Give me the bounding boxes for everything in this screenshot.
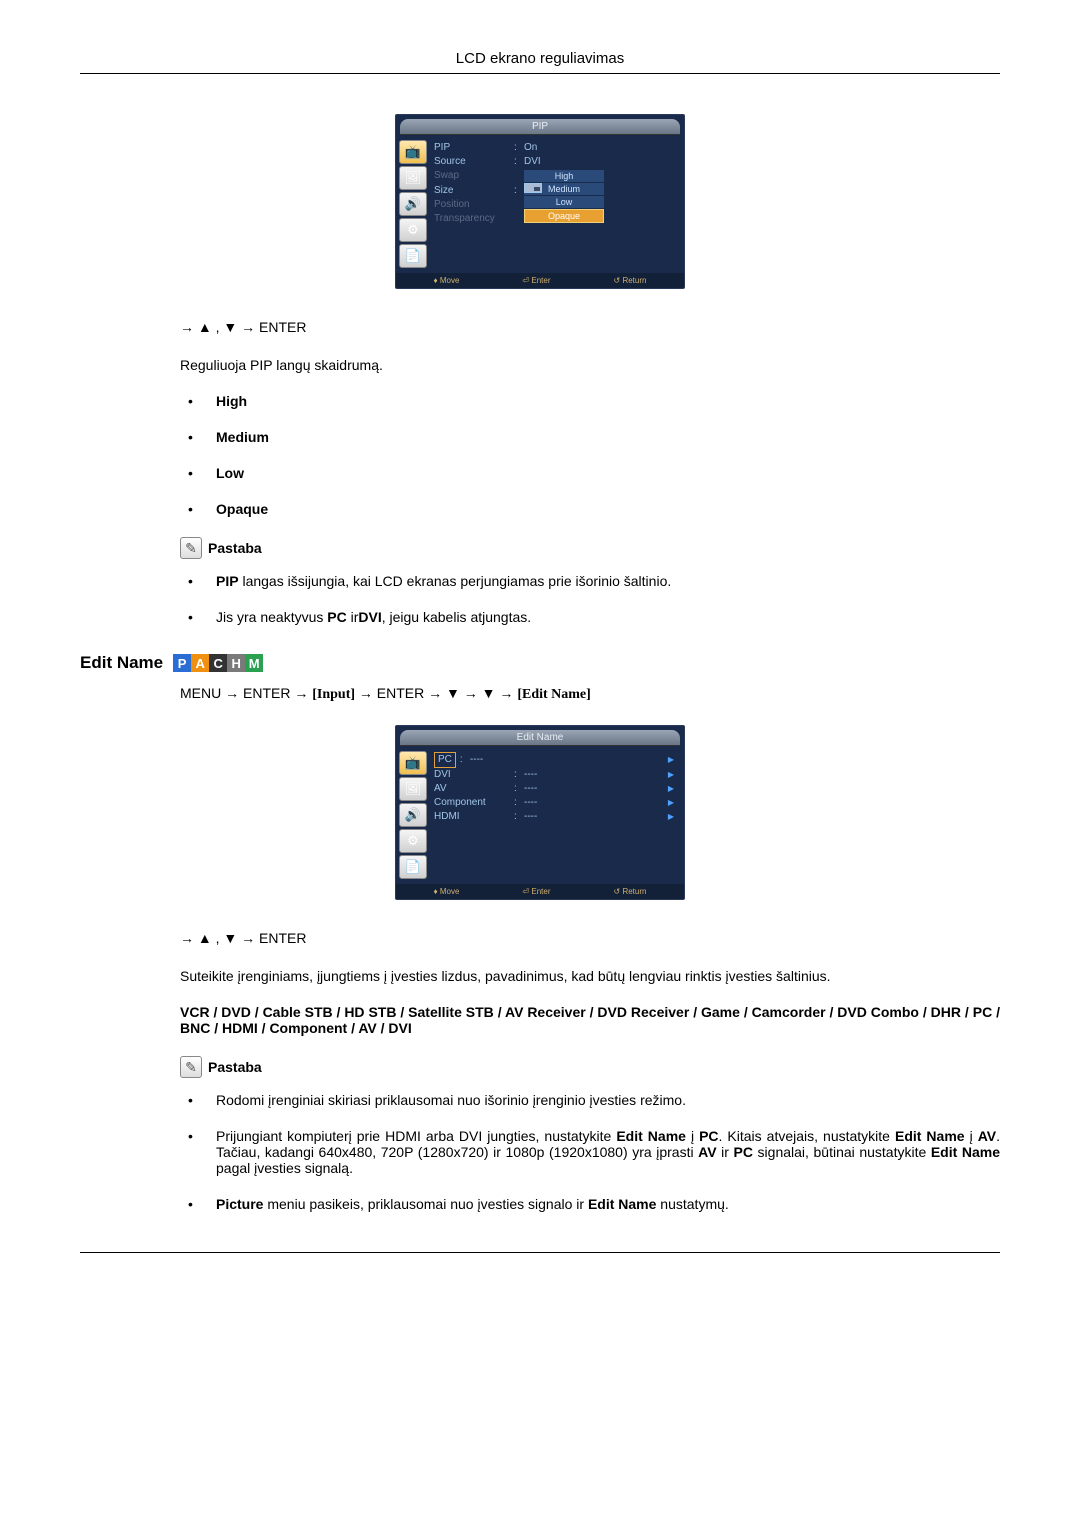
osd-row-component-value: ---- bbox=[524, 796, 668, 810]
note-label: Pastaba bbox=[208, 540, 262, 556]
osd-size-glyph bbox=[524, 183, 542, 193]
osd-footer-enter: ⏎ Enter bbox=[522, 887, 550, 896]
opt-opaque: Opaque bbox=[216, 501, 268, 517]
mode-M-icon: M bbox=[245, 654, 263, 672]
osd-row-source-label: Source bbox=[434, 155, 514, 169]
note-item: Rodomi įrenginiai skiriasi priklausomai … bbox=[210, 1092, 1000, 1108]
osd-icon-multi: 📄 bbox=[399, 244, 427, 268]
note-icon: ✎ bbox=[180, 537, 202, 559]
note-item: PIP langas išsijungia, kai LCD ekranas p… bbox=[210, 573, 1000, 589]
osd-icon-column: 📺 🖼 🔊 ⚙ 📄 bbox=[396, 135, 430, 273]
osd-row-pip-value: On bbox=[524, 141, 674, 155]
opt-high: High bbox=[216, 393, 247, 409]
osd-row-size-label: Size bbox=[434, 184, 514, 198]
osd-icon-picture: 🖼 bbox=[399, 777, 427, 801]
arrow-right-icon: ▶ bbox=[668, 796, 674, 810]
osd-footer-move: ♦ Move bbox=[434, 276, 460, 285]
note-item: Picture meniu pasikeis, priklausomai nuo… bbox=[210, 1196, 1000, 1212]
mode-P-icon: P bbox=[173, 654, 191, 672]
mode-A-icon: A bbox=[191, 654, 209, 672]
osd-icon-sound: 🔊 bbox=[399, 192, 427, 216]
note-label: Pastaba bbox=[208, 1059, 262, 1075]
osd-row-component-label: Component bbox=[434, 796, 514, 810]
mode-strip: P A C H M bbox=[173, 654, 263, 672]
osd-editname-title: Edit Name bbox=[400, 730, 680, 746]
osd-footer-return: ↺ Return bbox=[614, 276, 647, 285]
nav-line-editname: → ▲ , ▼ → ENTER bbox=[180, 930, 1000, 946]
osd-row-pc-value: ---- bbox=[470, 753, 668, 767]
osd-row-swap-label: Swap bbox=[434, 169, 514, 183]
osd-row-dvi-value: ---- bbox=[524, 768, 668, 782]
osd-row-pc-label: PC bbox=[434, 752, 456, 768]
opt-low: Low bbox=[216, 465, 244, 481]
osd-editname-figure: Edit Name 📺 🖼 🔊 ⚙ 📄 PC:----▶ DVI:----▶ A… bbox=[80, 725, 1000, 900]
nav-line-transparency: → ▲ , ▼ → ENTER bbox=[180, 319, 1000, 335]
osd-icon-picture: 🖼 bbox=[399, 166, 427, 190]
page-title: LCD ekrano reguliavimas bbox=[80, 50, 1000, 74]
mode-C-icon: C bbox=[209, 654, 227, 672]
osd-icon-input: 📺 bbox=[399, 751, 427, 775]
editname-desc: Suteikite įrenginiams, įjungtiems į įves… bbox=[180, 968, 1000, 984]
osd-icon-column: 📺 🖼 🔊 ⚙ 📄 bbox=[396, 746, 430, 884]
osd-row-transparency-label: Transparency bbox=[434, 212, 514, 226]
osd-row-hdmi-value: ---- bbox=[524, 810, 668, 824]
osd-icon-setup: ⚙ bbox=[399, 829, 427, 853]
osd-row-av-value: ---- bbox=[524, 782, 668, 796]
mode-H-icon: H bbox=[227, 654, 245, 672]
osd-footer-return: ↺ Return bbox=[614, 887, 647, 896]
opt-medium: Medium bbox=[216, 429, 269, 445]
osd-row-av-label: AV bbox=[434, 782, 514, 796]
osd-pip-title: PIP bbox=[400, 119, 680, 135]
osd-icon-sound: 🔊 bbox=[399, 803, 427, 827]
note-item: Prijungiant kompiuterį prie HDMI arba DV… bbox=[210, 1128, 1000, 1176]
osd-icon-multi: 📄 bbox=[399, 855, 427, 879]
osd-icon-setup: ⚙ bbox=[399, 218, 427, 242]
arrow-right-icon: ▶ bbox=[668, 753, 674, 767]
section-title-editname: Edit Name bbox=[80, 653, 163, 673]
footer-rule bbox=[80, 1252, 1000, 1253]
osd-row-dvi-label: DVI bbox=[434, 768, 514, 782]
osd-pip-figure: PIP 📺 🖼 🔊 ⚙ 📄 PIP:On Source:DVI Swap Siz… bbox=[80, 114, 1000, 289]
osd-row-pip-label: PIP bbox=[434, 141, 514, 155]
osd-row-hdmi-label: HDMI bbox=[434, 810, 514, 824]
osd-subitem-opaque: Opaque bbox=[524, 209, 604, 223]
osd-row-position-label: Position bbox=[434, 198, 514, 212]
osd-footer-enter: ⏎ Enter bbox=[522, 276, 550, 285]
arrow-right-icon: ▶ bbox=[668, 810, 674, 824]
transparency-desc: Reguliuoja PIP langų skaidrumą. bbox=[180, 357, 1000, 373]
osd-row-source-value: DVI bbox=[524, 155, 674, 169]
osd-subitem-high: High bbox=[524, 170, 604, 183]
osd-icon-input: 📺 bbox=[399, 140, 427, 164]
editname-options: VCR / DVD / Cable STB / HD STB / Satelli… bbox=[180, 1004, 1000, 1036]
osd-footer-move: ♦ Move bbox=[434, 887, 460, 896]
arrow-right-icon: ▶ bbox=[668, 782, 674, 796]
nav-line-editname-path: MENU → ENTER → [Input] → ENTER → ▼ → ▼ →… bbox=[180, 685, 1000, 703]
note-icon: ✎ bbox=[180, 1056, 202, 1078]
arrow-right-icon: ▶ bbox=[668, 768, 674, 782]
note-item: Jis yra neaktyvus PC irDVI, jeigu kabeli… bbox=[210, 609, 1000, 625]
